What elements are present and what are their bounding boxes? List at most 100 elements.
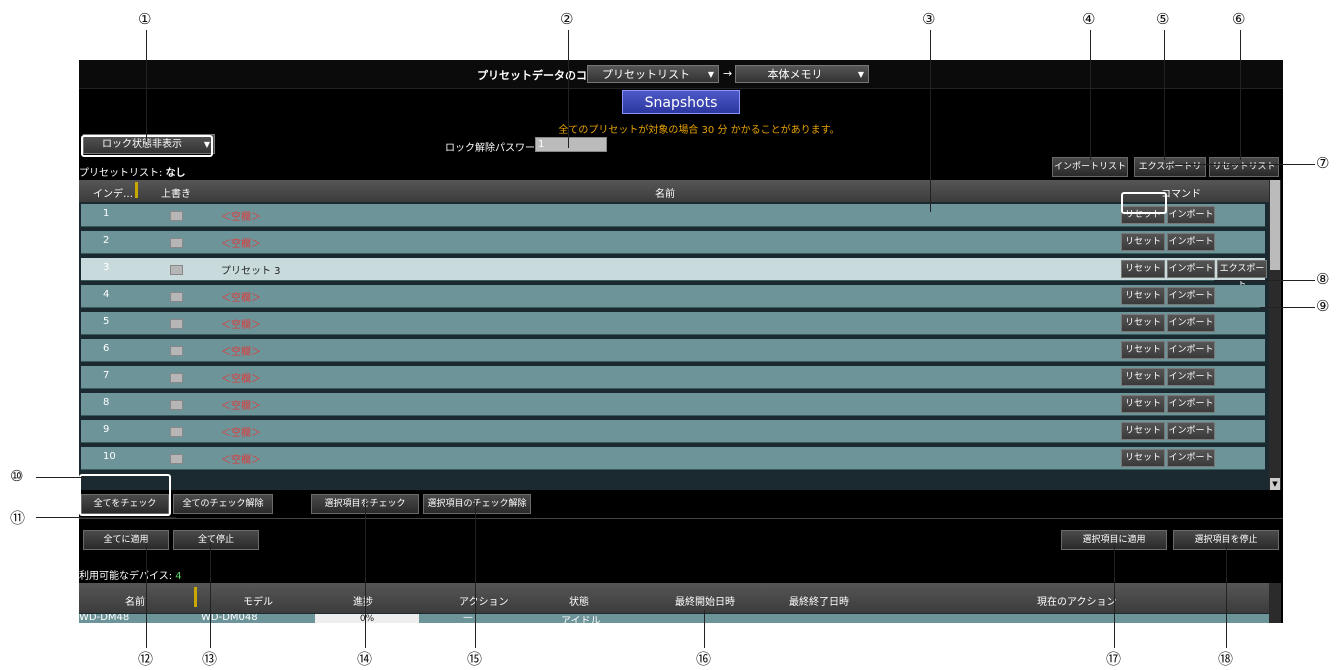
overwrite-checkbox[interactable] xyxy=(170,427,183,437)
import-button[interactable]: インポート xyxy=(1167,395,1215,413)
available-devices: 利用可能なデバイス: 4 xyxy=(79,567,182,582)
row-index: 3 xyxy=(103,262,110,273)
table-row[interactable]: 6 ＜空欄＞ リセット インポート xyxy=(81,339,1265,362)
apply-all-button[interactable]: 全てに適用 xyxy=(83,530,169,550)
overwrite-checkbox[interactable] xyxy=(170,373,183,383)
row-name: ＜空欄＞ xyxy=(221,455,261,466)
source-dropdown[interactable]: プリセットリスト ▼ xyxy=(587,65,719,83)
stop-all-button[interactable]: 全て停止 xyxy=(173,530,259,550)
callout-line xyxy=(1240,30,1241,160)
column-header-last-start[interactable]: 最終開始日時 xyxy=(675,593,735,608)
reset-button[interactable]: リセット xyxy=(1121,341,1165,359)
reset-button[interactable]: リセット xyxy=(1121,395,1165,413)
uncheck-all-button[interactable]: 全てのチェック解除 xyxy=(173,494,273,514)
callout-17: ⑰ xyxy=(1106,650,1122,668)
table-row[interactable]: 2 ＜空欄＞ リセット インポート xyxy=(81,231,1265,254)
import-button[interactable]: インポート xyxy=(1167,341,1215,359)
import-button[interactable]: インポート xyxy=(1167,422,1215,440)
reset-button[interactable]: リセット xyxy=(1121,422,1165,440)
row-name: プリセット 3 xyxy=(221,266,281,277)
callout-14: ⑭ xyxy=(357,650,373,668)
callout-line xyxy=(568,30,569,148)
import-button[interactable]: インポート xyxy=(1167,287,1215,305)
table-row[interactable]: 7 ＜空欄＞ リセット インポート xyxy=(81,366,1265,389)
row-index: 4 xyxy=(103,289,110,300)
import-button[interactable]: インポート xyxy=(1167,260,1215,278)
preset-grid-scrollbar[interactable]: ▼ xyxy=(1269,180,1281,490)
row-index: 10 xyxy=(103,451,116,462)
preset-grid-header: インデ… 上書き 名前 コマンド xyxy=(79,180,1269,202)
overwrite-checkbox[interactable] xyxy=(170,238,183,248)
preset-list-value: なし xyxy=(165,168,186,179)
overwrite-checkbox[interactable] xyxy=(170,265,183,275)
dest-dropdown[interactable]: 本体メモリ ▼ xyxy=(735,65,869,83)
overwrite-checkbox[interactable] xyxy=(170,292,183,302)
overwrite-checkbox[interactable] xyxy=(170,319,183,329)
import-button[interactable]: インポート xyxy=(1167,314,1215,332)
row-index: 2 xyxy=(103,235,110,246)
overwrite-checkbox[interactable] xyxy=(170,346,183,356)
reset-list-button[interactable]: リセットリスト xyxy=(1209,157,1279,177)
column-header-action[interactable]: アクション xyxy=(459,593,509,608)
overwrite-checkbox[interactable] xyxy=(170,400,183,410)
device-action: — xyxy=(463,614,473,623)
import-button[interactable]: インポート xyxy=(1167,449,1215,467)
row-name: ＜空欄＞ xyxy=(221,401,261,412)
table-row[interactable]: 3 プリセット 3 リセットインポートエクスポート xyxy=(81,258,1267,290)
column-header-index[interactable]: インデ… xyxy=(93,185,133,200)
reset-button[interactable]: リセット xyxy=(1121,260,1165,278)
table-row[interactable]: 5 ＜空欄＞ リセット インポート xyxy=(81,312,1265,335)
column-header-progress[interactable]: 進捗 xyxy=(353,593,373,608)
preset-manager-window: プリセットデータのコピー プリセットリスト ▼ → 本体メモリ ▼ Snapsh… xyxy=(79,60,1283,623)
preset-list-label: プリセットリスト: xyxy=(79,168,163,179)
row-name: ＜空欄＞ xyxy=(221,293,261,304)
import-button[interactable]: インポート xyxy=(1167,233,1215,251)
column-header-name[interactable]: 名前 xyxy=(655,185,675,200)
column-header-command[interactable]: コマンド xyxy=(1161,185,1201,200)
column-header-model[interactable]: モデル xyxy=(243,593,273,608)
callout-line xyxy=(36,477,86,478)
device-name: WD-DM48 xyxy=(79,614,130,623)
scroll-down-icon[interactable]: ▼ xyxy=(1270,478,1280,490)
device-row[interactable]: WD-DM48 WD-DM048 0% — アイドル xyxy=(79,614,1269,623)
column-header-status[interactable]: 状態 xyxy=(569,593,589,608)
reset-button[interactable]: リセット xyxy=(1121,287,1165,305)
overwrite-checkbox[interactable] xyxy=(170,454,183,464)
uncheck-selected-button[interactable]: 選択項目のチェック解除 xyxy=(423,494,531,514)
callout-2: ② xyxy=(560,10,574,28)
column-header-current-action[interactable]: 現在のアクション xyxy=(1037,593,1117,608)
callout-7: ⑦ xyxy=(1316,154,1330,172)
callout-3: ③ xyxy=(922,10,936,28)
table-row[interactable]: 10 ＜空欄＞ リセット インポート xyxy=(81,447,1265,470)
column-header-overwrite[interactable]: 上書き xyxy=(161,185,191,200)
snapshots-button[interactable]: Snapshots xyxy=(622,90,740,114)
device-grid-scrollbar[interactable] xyxy=(1269,583,1281,623)
export-button[interactable]: エクスポート xyxy=(1217,260,1267,290)
reset-button[interactable]: リセット xyxy=(1121,368,1165,386)
column-resize-handle[interactable] xyxy=(194,587,197,607)
export-list-button[interactable]: エクスポートリスト xyxy=(1134,157,1206,190)
import-list-button[interactable]: インポートリスト xyxy=(1052,157,1128,177)
callout-line xyxy=(1214,280,1315,281)
column-header-device-name[interactable]: 名前 xyxy=(125,593,145,608)
table-row[interactable]: 9 ＜空欄＞ リセット インポート xyxy=(81,420,1265,443)
callout-1: ① xyxy=(138,10,152,28)
table-row[interactable]: 1 ＜空欄＞ リセット インポート xyxy=(81,204,1265,227)
reset-button[interactable]: リセット xyxy=(1121,449,1165,467)
table-row[interactable]: 4 ＜空欄＞ リセット インポート xyxy=(81,285,1265,308)
import-button[interactable]: インポート xyxy=(1167,368,1215,386)
import-button[interactable]: インポート xyxy=(1167,206,1215,224)
callout-5: ⑤ xyxy=(1156,10,1170,28)
column-resize-handle[interactable] xyxy=(135,182,138,198)
row-index: 9 xyxy=(103,424,110,435)
password-input[interactable]: 1 xyxy=(535,137,607,152)
callout-line xyxy=(210,543,211,648)
callout-line xyxy=(1090,30,1091,160)
reset-button[interactable]: リセット xyxy=(1121,233,1165,251)
scroll-thumb[interactable] xyxy=(1270,180,1280,270)
table-row[interactable]: 8 ＜空欄＞ リセット インポート xyxy=(81,393,1265,416)
row-name: ＜空欄＞ xyxy=(221,239,261,250)
column-header-last-end[interactable]: 最終終了日時 xyxy=(789,593,849,608)
reset-button[interactable]: リセット xyxy=(1121,314,1165,332)
overwrite-checkbox[interactable] xyxy=(170,211,183,221)
